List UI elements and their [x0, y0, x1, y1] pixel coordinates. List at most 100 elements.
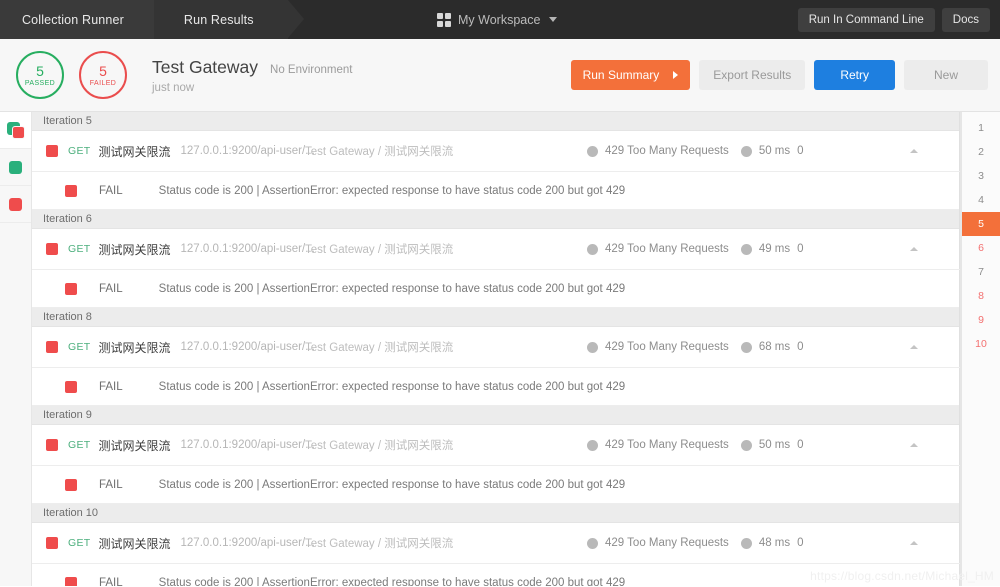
run-summary-button[interactable]: Run Summary [570, 60, 691, 90]
all-results-filter[interactable] [0, 112, 31, 149]
request-row[interactable]: GET 测试网关限流 127.0.0.1:9200/api-user/... Test… [32, 425, 960, 466]
iteration-header: Iteration 10 [32, 504, 960, 523]
request-url: 127.0.0.1:9200/api-user/... [180, 145, 315, 157]
iteration-rail-item[interactable]: 5 [962, 212, 1000, 236]
test-result-row: FAIL Status code is 200 | AssertionError:… [32, 368, 960, 406]
iteration-rail[interactable]: 1 2 3 4 5 6 7 8 9 10 [961, 112, 1000, 586]
iteration-rail-item[interactable]: 9 [962, 308, 1000, 332]
test-assertion-message: Status code is 200 | AssertionError: exp… [158, 478, 626, 491]
workspace-label: My Workspace [458, 12, 541, 27]
failed-filter[interactable] [0, 186, 31, 223]
response-size: 0 [797, 439, 804, 451]
request-status-square-icon [46, 243, 58, 255]
request-metrics: 429 Too Many Requests 68 ms 0 [587, 341, 804, 353]
collection-runner-window: Collection Runner Run Results My Workspa… [0, 0, 1000, 587]
run-summary-bar: 5 PASSED 5 FAILED Test Gateway No Enviro… [0, 39, 1000, 112]
new-run-button[interactable]: New [903, 60, 988, 90]
iteration-rail-item[interactable]: 6 [962, 236, 1000, 260]
iteration-rail-item[interactable]: 3 [962, 164, 1000, 188]
test-status-square-icon [65, 282, 77, 295]
request-method: GET [68, 537, 91, 549]
test-result-row: FAIL Status code is 200 | AssertionError:… [32, 466, 960, 504]
request-row[interactable]: GET 测试网关限流 127.0.0.1:9200/api-user/... Test… [32, 229, 960, 270]
request-status-square-icon [46, 439, 58, 451]
time-dot-icon [740, 341, 752, 353]
response-time: 50 ms [758, 439, 791, 451]
response-time: 50 ms [758, 145, 791, 157]
docs-button[interactable]: Docs [941, 7, 990, 32]
failed-count: 5 [99, 62, 107, 79]
passed-label: PASSED [24, 79, 56, 87]
request-path: Test Gateway / 测试网关限流 [305, 538, 454, 550]
request-path: Test Gateway / 测试网关限流 [305, 440, 454, 452]
test-assertion-message: Status code is 200 | AssertionError: exp… [158, 184, 626, 197]
export-results-button[interactable]: Export Results [699, 60, 806, 90]
response-size: 0 [797, 243, 804, 255]
red-square-icon [9, 197, 22, 211]
test-result-label: FAIL [99, 576, 123, 587]
iteration-rail-item[interactable]: 8 [962, 284, 1000, 308]
chevron-up-icon[interactable] [910, 541, 918, 545]
chevron-up-icon[interactable] [910, 149, 918, 153]
status-dot-icon [587, 243, 598, 255]
request-method: GET [68, 145, 91, 157]
workspace-selector[interactable]: My Workspace [437, 0, 558, 39]
request-name: 测试网关限流 [98, 340, 171, 355]
request-path: Test Gateway / 测试网关限流 [305, 146, 454, 158]
response-size: 0 [797, 537, 804, 549]
iteration-header: Iteration 6 [32, 210, 960, 229]
iteration-rail-item[interactable]: 1 [962, 116, 1000, 140]
run-timestamp: just now [152, 81, 195, 94]
test-result-label: FAIL [99, 184, 123, 197]
request-row[interactable]: GET 测试网关限流 127.0.0.1:9200/api-user/... Test… [32, 523, 960, 564]
chevron-up-icon[interactable] [910, 247, 918, 251]
request-url: 127.0.0.1:9200/api-user/... [180, 243, 315, 255]
request-name: 测试网关限流 [98, 144, 171, 159]
iteration-rail-item[interactable]: 4 [962, 188, 1000, 212]
results-list[interactable]: Iteration 5 GET 测试网关限流 127.0.0.1:9200/api-u… [32, 112, 961, 586]
chevron-up-icon[interactable] [910, 443, 918, 447]
iteration-rail-item[interactable]: 10 [962, 332, 1000, 356]
iteration-rail-item[interactable]: 2 [962, 140, 1000, 164]
status-dot-icon [587, 537, 598, 549]
tab-run-results-label: Run Results [183, 12, 254, 27]
test-status-square-icon [65, 576, 77, 586]
iteration-header: Iteration 5 [32, 112, 960, 131]
test-assertion-message: Status code is 200 | AssertionError: exp… [158, 282, 626, 295]
request-row[interactable]: GET 测试网关限流 127.0.0.1:9200/api-user/... Test… [32, 327, 960, 368]
response-time: 68 ms [758, 341, 791, 353]
iteration-rail-item[interactable]: 7 [962, 260, 1000, 284]
run-metadata: Test Gateway No Environment just now [152, 57, 353, 94]
status-dot-icon [587, 439, 598, 451]
tab-collection-runner-label: Collection Runner [22, 12, 124, 27]
test-assertion-message: Status code is 200 | AssertionError: exp… [158, 576, 626, 587]
request-status-square-icon [46, 145, 58, 157]
request-name: 测试网关限流 [98, 242, 171, 257]
chevron-down-icon [549, 17, 558, 22]
top-navigation-bar: Collection Runner Run Results My Workspa… [0, 0, 1000, 39]
time-dot-icon [740, 145, 752, 157]
status-dot-icon [587, 341, 598, 353]
request-row[interactable]: GET 测试网关限流 127.0.0.1:9200/api-user/... Test… [32, 131, 960, 172]
green-square-icon [9, 160, 22, 174]
play-arrow-icon [673, 71, 679, 79]
test-result-row: FAIL Status code is 200 | AssertionError:… [32, 270, 960, 308]
response-size: 0 [797, 145, 804, 157]
environment-label: No Environment [270, 63, 353, 76]
summary-actions: Run Summary Export Results Retry New [570, 60, 988, 90]
iteration-header: Iteration 9 [32, 406, 960, 425]
passed-filter[interactable] [0, 149, 31, 186]
request-method: GET [68, 439, 91, 451]
tab-run-results[interactable]: Run Results [153, 0, 304, 39]
request-name: 测试网关限流 [98, 536, 171, 551]
status-dot-icon [587, 145, 598, 157]
results-body: Iteration 5 GET 测试网关限流 127.0.0.1:9200/api-u… [0, 112, 1000, 586]
run-in-command-line-button[interactable]: Run In Command Line [797, 7, 935, 32]
tab-collection-runner[interactable]: Collection Runner [0, 0, 168, 39]
response-status: 429 Too Many Requests [605, 145, 729, 157]
run-summary-label: Run Summary [582, 68, 660, 82]
request-url: 127.0.0.1:9200/api-user/... [180, 537, 315, 549]
retry-button[interactable]: Retry [814, 60, 895, 90]
chevron-up-icon[interactable] [910, 345, 918, 349]
failed-counter: 5 FAILED [79, 51, 127, 99]
